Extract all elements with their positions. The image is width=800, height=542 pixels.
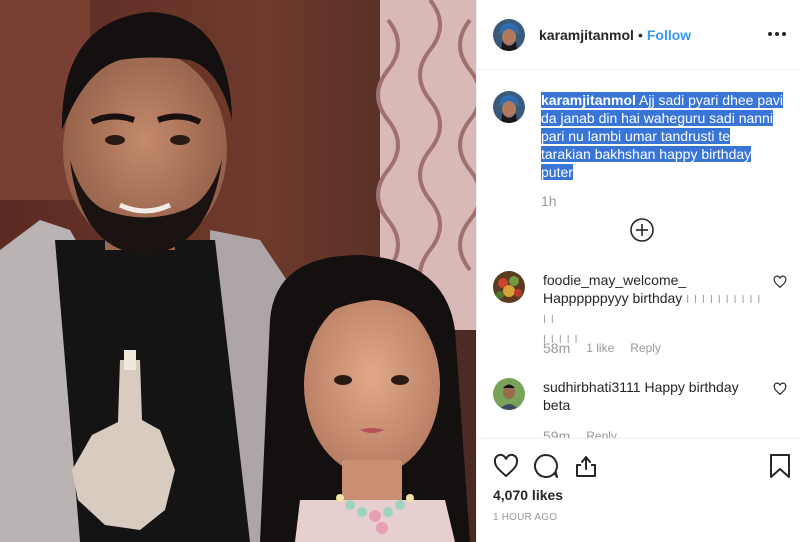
post-header: karamjitanmol • Follow <box>477 0 800 70</box>
bookmark-icon[interactable] <box>767 453 793 479</box>
plus-circle-icon[interactable] <box>629 217 655 243</box>
commenter-username[interactable]: sudhirbhati3111 <box>543 379 641 395</box>
post-sidebar: karamjitanmol • Follow karamjitanmol Ajj… <box>476 0 800 542</box>
caption-line: tarakian bakhshan happy birthday <box>541 146 752 162</box>
commenter-avatar[interactable] <box>493 271 525 303</box>
author-username[interactable]: karamjitanmol <box>539 27 634 43</box>
comment-heart-icon[interactable] <box>773 382 787 396</box>
comment-bubble-icon[interactable] <box>533 453 559 479</box>
comment-meta: 58m 1 like Reply <box>543 340 661 356</box>
header-separator: • <box>637 26 643 43</box>
author-avatar[interactable] <box>493 18 525 51</box>
comment-text: beta <box>543 397 571 413</box>
caption-line: pari nu lambi umar tandrusti te <box>541 128 731 144</box>
comment-time[interactable]: 59m <box>543 428 570 438</box>
caption-text: karamjitanmol Ajj sadi pyari dhee pavi d… <box>541 91 785 181</box>
photo-image <box>0 0 476 542</box>
comment-meta: 59m Reply <box>543 428 617 438</box>
comments-section[interactable]: karamjitanmol Ajj sadi pyari dhee pavi d… <box>477 71 800 438</box>
commenter-username[interactable]: foodie_may_welcome_ <box>543 272 686 288</box>
comment-body: foodie_may_welcome_ Happppppyyy birthday… <box>543 271 765 349</box>
heart-icon[interactable] <box>493 453 519 479</box>
action-bar <box>493 453 793 481</box>
comment-text: Happy birthday <box>644 379 739 395</box>
post-actions: 4,070 likes 1 HOUR AGO <box>477 438 800 542</box>
comment-item: foodie_may_welcome_ Happppppyyy birthday… <box>493 271 793 361</box>
comment-item: sudhirbhati3111 Happy birthday beta 59m … <box>493 378 793 438</box>
more-options-icon[interactable] <box>765 22 789 46</box>
caption-line: puter <box>541 164 573 180</box>
caption-time[interactable]: 1h <box>541 193 557 209</box>
likes-count[interactable]: 4,070 likes <box>493 487 563 503</box>
comment-heart-icon[interactable] <box>773 275 787 289</box>
comment-likes[interactable]: 1 like <box>586 340 614 356</box>
caption-line: Ajj sadi pyari dhee pavi <box>635 92 784 108</box>
reply-button[interactable]: Reply <box>630 340 661 356</box>
post-caption: karamjitanmol Ajj sadi pyari dhee pavi d… <box>493 91 793 181</box>
reply-button[interactable]: Reply <box>586 428 617 438</box>
share-icon[interactable] <box>573 453 599 479</box>
comment-body: sudhirbhati3111 Happy birthday beta <box>543 378 765 414</box>
caption-avatar[interactable] <box>493 91 525 123</box>
comment-text: Happppppyyy birthday <box>543 290 683 306</box>
commenter-avatar[interactable] <box>493 378 525 410</box>
comment-time[interactable]: 58m <box>543 340 570 356</box>
follow-button[interactable]: Follow <box>647 27 691 43</box>
caption-username[interactable]: karamjitanmol <box>541 92 636 108</box>
caption-line: da janab din hai waheguru sadi nanni <box>541 110 773 126</box>
post-photo[interactable] <box>0 0 476 542</box>
post-timestamp[interactable]: 1 HOUR AGO <box>493 512 557 523</box>
